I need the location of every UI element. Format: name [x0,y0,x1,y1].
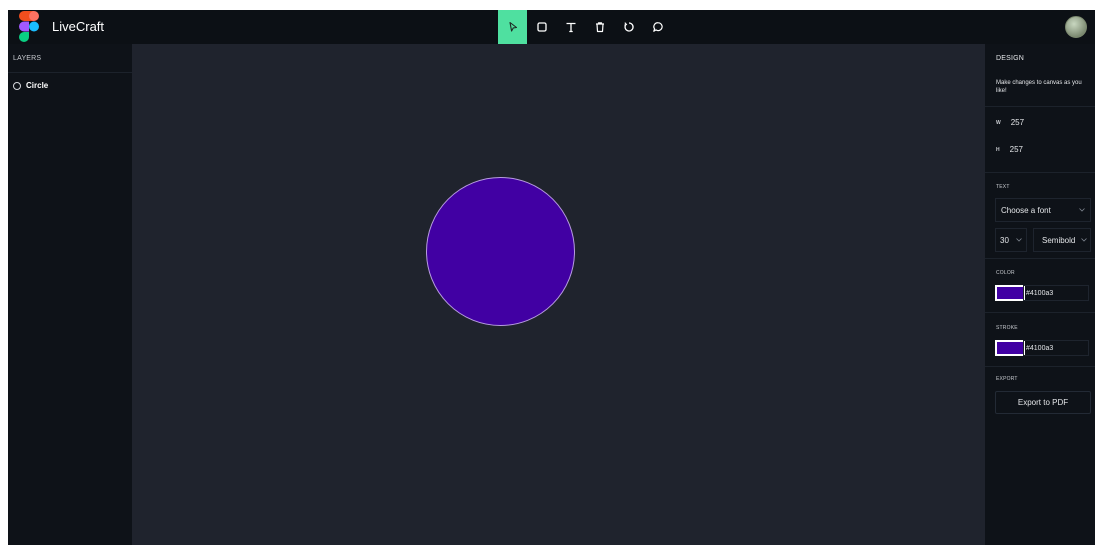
reset-tool-button[interactable] [614,10,643,44]
text-heading: TEXT [996,184,1010,190]
divider [985,106,1095,107]
stroke-color-swatch[interactable] [995,340,1025,356]
canvas-circle-shape[interactable] [426,177,575,326]
divider [985,172,1095,173]
design-heading: DESIGN [996,55,1025,62]
square-icon [536,22,547,32]
cursor-arrow-icon [508,21,517,32]
color-heading: COLOR [996,270,1015,276]
font-family-value: Choose a font [1001,205,1051,215]
layers-panel: LAYERS Circle [8,44,132,545]
select-tool-button[interactable] [498,10,527,44]
divider [985,366,1095,367]
divider [985,312,1095,313]
font-weight-select[interactable]: Semibold [1033,228,1091,252]
app-window: LiveCraft LAYERS Circle DESIGN Make chan… [8,10,1095,545]
width-input[interactable]: 257 [1011,118,1024,127]
circle-outline-icon [13,81,21,90]
toolbar [498,10,672,44]
text-tool-button[interactable] [556,10,585,44]
fill-color-row: #4100a3 [995,285,1089,301]
top-bar: LiveCraft [8,10,1095,44]
text-t-icon [566,22,575,33]
layer-item-circle[interactable]: Circle [13,81,48,90]
font-weight-value: Semibold [1042,235,1076,245]
design-panel: DESIGN Make changes to canvas as you lik… [985,44,1095,545]
chevron-down-icon [1079,208,1085,212]
user-avatar[interactable] [1065,16,1087,38]
font-family-select[interactable]: Choose a font [995,198,1091,222]
drawing-canvas[interactable] [132,44,985,545]
height-row[interactable]: H 257 [996,145,1023,154]
height-input[interactable]: 257 [1010,145,1023,154]
trash-icon [595,22,604,33]
chevron-down-icon [1081,238,1087,242]
rectangle-tool-button[interactable] [527,10,556,44]
stroke-color-row: #4100a3 [995,340,1089,356]
divider [985,258,1095,259]
layers-heading: LAYERS [13,55,42,62]
chevron-down-icon [1016,238,1022,242]
export-pdf-button[interactable]: Export to PDF [995,391,1091,414]
layer-item-label: Circle [26,81,49,90]
layers-divider [8,72,132,73]
comment-tool-button[interactable] [643,10,672,44]
fill-color-swatch[interactable] [995,285,1025,301]
export-heading: EXPORT [996,376,1018,382]
app-title: LiveCraft [52,19,105,34]
chat-bubble-icon [652,22,663,32]
width-row[interactable]: W 257 [996,118,1024,127]
rotate-icon [623,22,634,32]
width-label: W [996,119,1001,126]
font-size-value: 30 [1000,235,1009,245]
app-logo-icon [19,11,39,42]
font-size-select[interactable]: 30 [995,228,1027,252]
delete-tool-button[interactable] [585,10,614,44]
stroke-color-input[interactable]: #4100a3 [1023,340,1089,356]
stroke-heading: STROKE [996,325,1018,331]
design-description: Make changes to canvas as you like! [996,80,1082,94]
height-label: H [996,146,1000,153]
fill-color-input[interactable]: #4100a3 [1023,285,1089,301]
